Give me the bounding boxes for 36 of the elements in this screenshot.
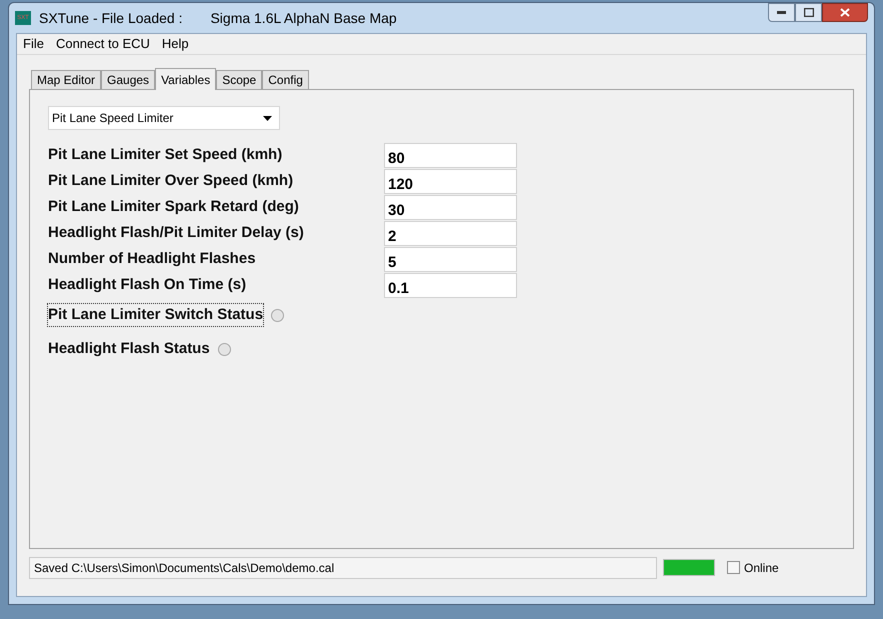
status-text: Saved C:\Users\Simon\Documents\Cals\Demo\demo.cal [29, 556, 657, 578]
field-label: Number of Headlight Flashes [48, 248, 257, 269]
menu-item[interactable]: Help [158, 34, 193, 54]
close-icon [840, 8, 850, 17]
field-label: Pit Lane Limiter Spark Retard (deg) [48, 196, 300, 217]
tab[interactable]: Variables [155, 68, 216, 90]
status-label: Pit Lane Limiter Switch Status [48, 304, 264, 326]
close-button[interactable] [822, 3, 868, 22]
tab[interactable]: Config [262, 70, 309, 89]
checkbox[interactable] [727, 561, 740, 574]
status-label: Headlight Flash Status [48, 338, 210, 359]
input-field[interactable]: 0.1 [384, 272, 517, 298]
input-field[interactable]: 2 [384, 220, 517, 246]
field-label: Headlight Flash/Pit Limiter Delay (s) [48, 222, 305, 243]
field-label: Pit Lane Limiter Set Speed (kmh) [48, 144, 284, 165]
dropdown[interactable]: Pit Lane Speed Limiter [48, 106, 280, 130]
menu-item[interactable]: File [19, 34, 48, 54]
maximize-icon [804, 8, 814, 17]
field-label: Pit Lane Limiter Over Speed (kmh) [48, 170, 294, 191]
minimize-button[interactable] [768, 3, 795, 22]
menu-item[interactable]: Connect to ECU [52, 34, 154, 54]
input-field[interactable]: 120 [384, 168, 517, 194]
input-field[interactable]: 30 [384, 194, 517, 220]
file-title: Sigma 1.6L AlphaN Base Map [210, 8, 397, 28]
input-field[interactable]: 80 [384, 142, 517, 168]
tab[interactable]: Scope [216, 70, 262, 89]
window-title: SXTune - File Loaded : [39, 8, 182, 28]
caret-icon [263, 116, 272, 120]
input-field[interactable]: 5 [384, 246, 517, 272]
dropdown-value: Pit Lane Speed Limiter [52, 110, 174, 127]
maximize-button[interactable] [795, 3, 822, 22]
tab[interactable]: Gauges [101, 70, 156, 89]
field-label: Headlight Flash On Time (s) [48, 274, 248, 295]
online-checkbox[interactable]: Online [727, 558, 779, 576]
tab[interactable]: Map Editor [31, 70, 102, 89]
minimize-icon [777, 11, 786, 14]
